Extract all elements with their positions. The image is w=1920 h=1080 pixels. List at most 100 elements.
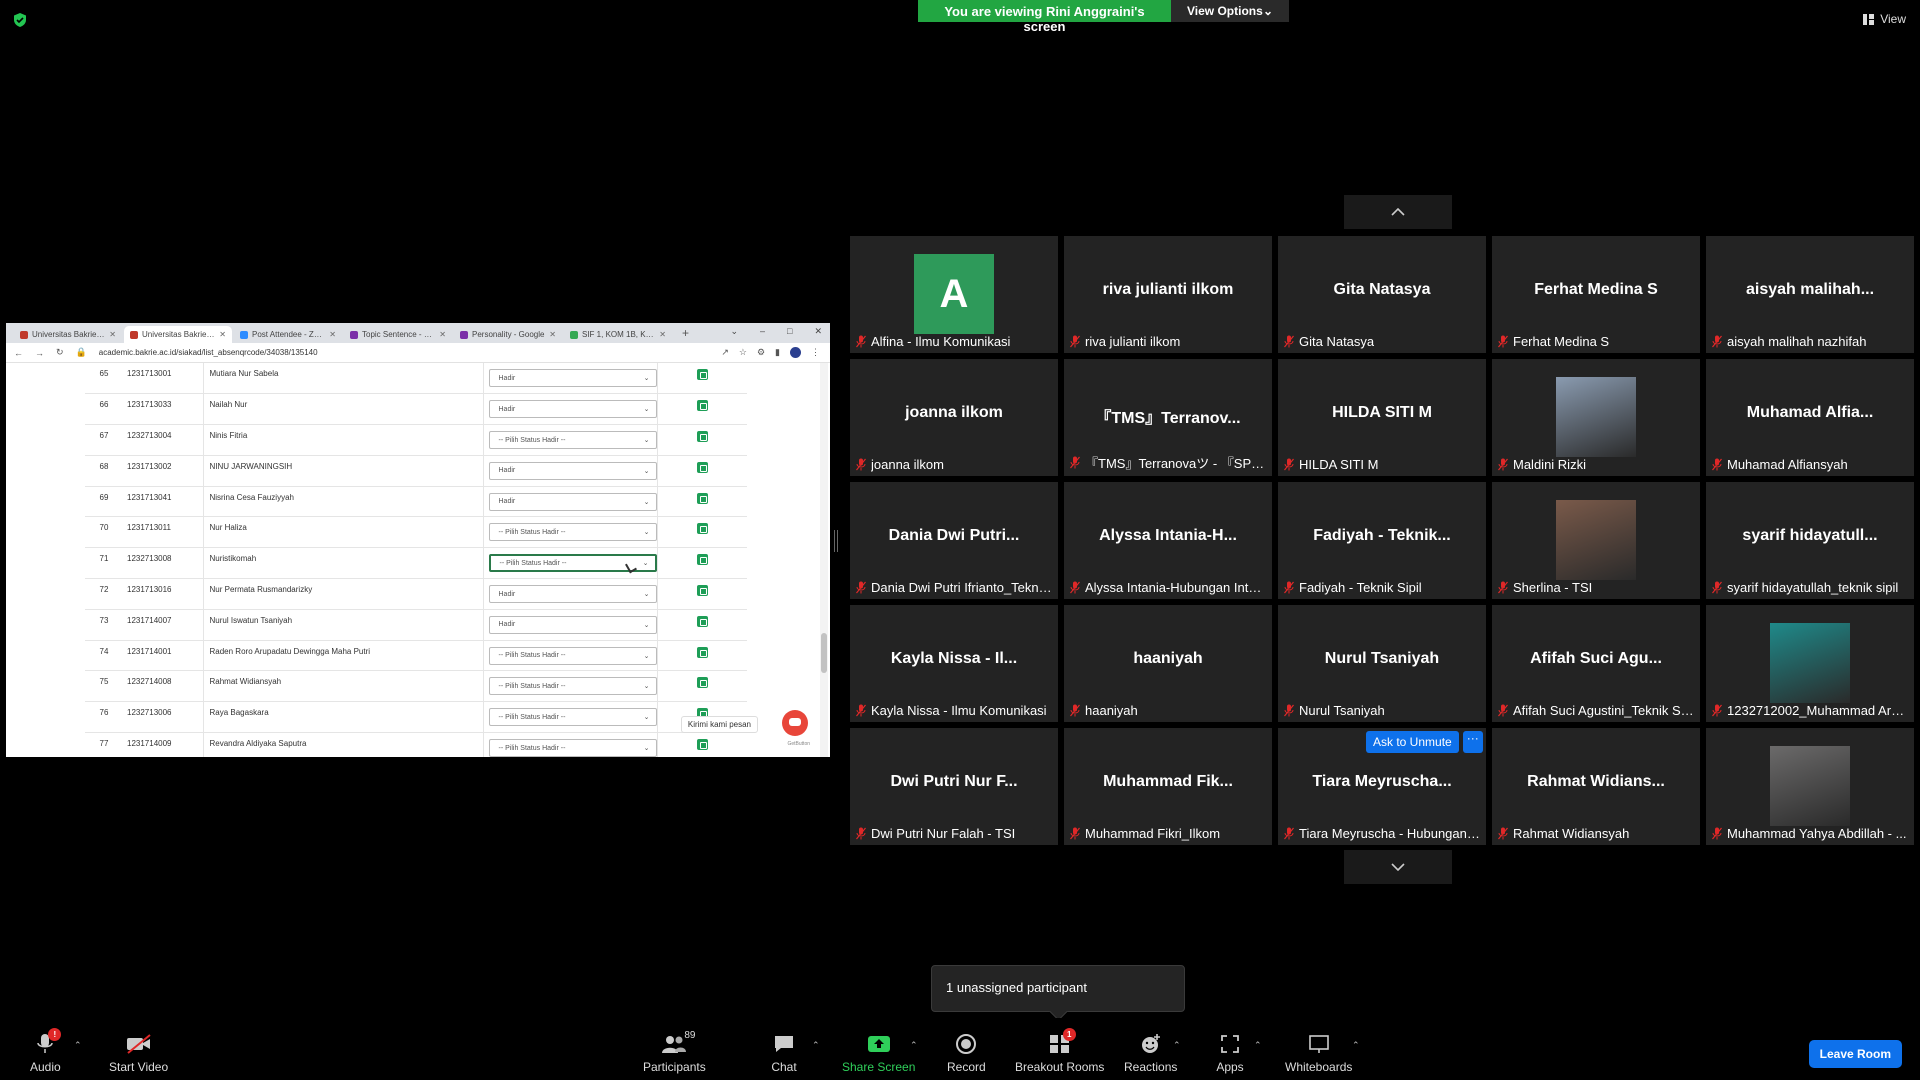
record-button[interactable]: Record bbox=[947, 1032, 986, 1074]
attendance-status-select[interactable]: Hadir ⌄ bbox=[488, 492, 657, 511]
reactions-button[interactable]: Reactions bbox=[1124, 1032, 1177, 1074]
minimize-icon[interactable]: – bbox=[760, 326, 765, 337]
participant-tile[interactable]: Muhammad Yahya Abdillah - ... bbox=[1706, 728, 1914, 845]
attendance-status-select[interactable]: Hadir ⌄ bbox=[488, 585, 657, 604]
attendance-status-select[interactable]: Hadir ⌄ bbox=[488, 615, 657, 634]
share-options-caret[interactable]: ⌃ bbox=[910, 1040, 918, 1051]
tab-close-icon[interactable]: ✕ bbox=[659, 330, 666, 339]
edit-icon[interactable] bbox=[696, 646, 708, 658]
reload-icon[interactable]: ↻ bbox=[56, 347, 64, 358]
edit-icon[interactable] bbox=[696, 585, 708, 597]
view-button[interactable]: View bbox=[1863, 12, 1906, 26]
apps-options-caret[interactable]: ⌃ bbox=[1254, 1040, 1262, 1051]
browser-tab[interactable]: Topic Sentence - Goo ✕ bbox=[344, 326, 452, 343]
extensions-icon[interactable]: ⚙ bbox=[757, 347, 765, 358]
edit-icon[interactable] bbox=[696, 400, 708, 412]
participant-tile[interactable]: aisyah malihah... aisyah malihah nazhifah bbox=[1706, 236, 1914, 353]
leave-room-button[interactable]: Leave Room bbox=[1808, 1040, 1902, 1068]
audio-options-caret[interactable]: ⌃ bbox=[74, 1040, 82, 1051]
browser-tab[interactable]: SIF 1, KOM 1B, KOMIX ✕ bbox=[564, 326, 672, 343]
share-icon[interactable]: ↗ bbox=[721, 347, 729, 358]
browser-tab[interactable]: Universitas Bakrie - SI ✕ bbox=[14, 326, 122, 343]
edit-icon[interactable] bbox=[696, 739, 708, 751]
edit-icon[interactable] bbox=[696, 369, 708, 380]
participant-tile[interactable]: Fadiyah - Teknik... Fadiyah - Teknik Sipi… bbox=[1278, 482, 1486, 599]
participant-tile[interactable]: Ferhat Medina S Ferhat Medina S bbox=[1492, 236, 1700, 353]
tab-search-icon[interactable]: ⌄ bbox=[730, 326, 738, 337]
shield-icon[interactable] bbox=[12, 12, 28, 28]
page-scrollbar-thumb[interactable] bbox=[821, 633, 827, 673]
attendance-status-select[interactable]: -- Pilih Status Hadir -- ⌄ bbox=[488, 646, 657, 665]
browser-tab[interactable]: Post Attendee - Zoom ✕ bbox=[234, 326, 342, 343]
panel-resize-handle[interactable] bbox=[834, 530, 838, 552]
participant-tile[interactable]: Kayla Nissa - Il... Kayla Nissa - Ilmu Ko… bbox=[850, 605, 1058, 722]
attendance-status-select[interactable]: Hadir ⌄ bbox=[488, 461, 657, 480]
edit-icon[interactable] bbox=[696, 554, 708, 566]
attendance-status-select[interactable]: -- Pilih Status Hadir -- ⌄ bbox=[488, 523, 657, 542]
gallery-prev-button[interactable] bbox=[1344, 195, 1452, 229]
new-tab-icon[interactable]: + bbox=[674, 326, 697, 340]
participant-tile[interactable]: Dwi Putri Nur F... Dwi Putri Nur Falah - … bbox=[850, 728, 1058, 845]
participant-tile[interactable]: A Alfina - Ilmu Komunikasi bbox=[850, 236, 1058, 353]
attendance-status-select[interactable]: -- Pilih Status Hadir -- ⌄ bbox=[488, 677, 657, 696]
edit-icon[interactable] bbox=[696, 492, 708, 504]
attendance-status-select[interactable]: -- Pilih Status Hadir -- ⌄ bbox=[488, 431, 657, 450]
participant-tile[interactable]: haaniyah haaniyah bbox=[1064, 605, 1272, 722]
maximize-icon[interactable]: □ bbox=[787, 326, 792, 337]
participant-tile[interactable]: Sherlina - TSI bbox=[1492, 482, 1700, 599]
gallery-next-button[interactable] bbox=[1344, 850, 1452, 884]
chat-widget-button[interactable] bbox=[782, 710, 808, 736]
whiteboards-button[interactable]: Whiteboards bbox=[1285, 1032, 1352, 1074]
participant-tile[interactable]: Maldini Rizki bbox=[1492, 359, 1700, 476]
participant-tile[interactable]: Dania Dwi Putri... Dania Dwi Putri Ifrian… bbox=[850, 482, 1058, 599]
start-video-button[interactable]: Start Video bbox=[109, 1032, 168, 1074]
browser-tab[interactable]: Personality - Google ✕ bbox=[454, 326, 562, 343]
edit-icon[interactable] bbox=[696, 523, 708, 535]
participants-button[interactable]: 89 Participants bbox=[643, 1030, 706, 1074]
attendance-status-select[interactable]: Hadir ⌄ bbox=[488, 369, 657, 387]
participant-tile[interactable]: riva julianti ilkom riva julianti ilkom bbox=[1064, 236, 1272, 353]
reactions-options-caret[interactable]: ⌃ bbox=[1173, 1040, 1181, 1051]
url-text[interactable]: academic.bakrie.ac.id/siakad/list_absenq… bbox=[99, 348, 318, 357]
participant-more-button[interactable]: ··· bbox=[1462, 731, 1483, 753]
unassigned-participant-toast[interactable]: 1 unassigned participant bbox=[931, 965, 1185, 1012]
participant-tile[interactable]: Muhamad Alfia... Muhamad Alfiansyah bbox=[1706, 359, 1914, 476]
back-icon[interactable]: ← bbox=[14, 348, 23, 358]
participant-tile[interactable]: Gita Natasya Gita Natasya bbox=[1278, 236, 1486, 353]
edit-icon[interactable] bbox=[696, 677, 708, 689]
edit-icon[interactable] bbox=[696, 461, 708, 473]
tab-close-icon[interactable]: ✕ bbox=[329, 330, 336, 339]
profile-avatar[interactable] bbox=[790, 347, 801, 358]
chat-button[interactable]: Chat bbox=[770, 1032, 798, 1074]
audio-button[interactable]: ! Audio bbox=[30, 1028, 62, 1074]
participant-tile[interactable]: 『TMS』Terranov... 『TMS』Terranovaツ - 『SPEAK… bbox=[1064, 359, 1272, 476]
breakout-rooms-button[interactable]: 1 Breakout Rooms bbox=[1015, 1028, 1104, 1074]
tab-close-icon[interactable]: ✕ bbox=[549, 330, 556, 339]
participant-tile[interactable]: Afifah Suci Agu... Afifah Suci Agustini_T… bbox=[1492, 605, 1700, 722]
tab-close-icon[interactable]: ✕ bbox=[109, 330, 116, 339]
tab-close-icon[interactable]: ✕ bbox=[439, 330, 446, 339]
apps-button[interactable]: Apps bbox=[1216, 1032, 1244, 1074]
participant-tile[interactable]: joanna ilkom joanna ilkom bbox=[850, 359, 1058, 476]
participant-tile[interactable]: Muhammad Fik... Muhammad Fikri_Ilkom bbox=[1064, 728, 1272, 845]
participant-tile[interactable]: Nurul Tsaniyah Nurul Tsaniyah bbox=[1278, 605, 1486, 722]
edit-icon[interactable] bbox=[696, 615, 708, 627]
close-icon[interactable]: ✕ bbox=[814, 326, 822, 337]
participant-tile[interactable]: Alyssa Intania-H... Alyssa Intania-Hubung… bbox=[1064, 482, 1272, 599]
sidebar-icon[interactable]: ▮ bbox=[775, 347, 780, 358]
chat-options-caret[interactable]: ⌃ bbox=[812, 1040, 820, 1051]
edit-icon[interactable] bbox=[696, 431, 708, 443]
ask-to-unmute-button[interactable]: Ask to Unmute bbox=[1366, 731, 1459, 753]
attendance-status-select[interactable]: -- Pilih Status Hadir -- ⌄ bbox=[488, 739, 657, 757]
browser-tab[interactable]: Universitas Bakrie - SI ✕ bbox=[124, 326, 232, 343]
star-icon[interactable]: ☆ bbox=[739, 347, 747, 358]
share-screen-button[interactable]: Share Screen bbox=[842, 1032, 915, 1074]
tab-close-icon[interactable]: ✕ bbox=[219, 330, 226, 339]
menu-icon[interactable]: ⋮ bbox=[811, 347, 820, 358]
participant-tile[interactable]: syarif hidayatull... syarif hidayatullah_… bbox=[1706, 482, 1914, 599]
forward-icon[interactable]: → bbox=[35, 348, 44, 358]
participant-tile[interactable]: 1232712002_Muhammad Arma... bbox=[1706, 605, 1914, 722]
participant-tile[interactable]: HILDA SITI M HILDA SITI M bbox=[1278, 359, 1486, 476]
whiteboards-options-caret[interactable]: ⌃ bbox=[1352, 1040, 1360, 1051]
participant-tile[interactable]: Rahmat Widians... Rahmat Widiansyah bbox=[1492, 728, 1700, 845]
